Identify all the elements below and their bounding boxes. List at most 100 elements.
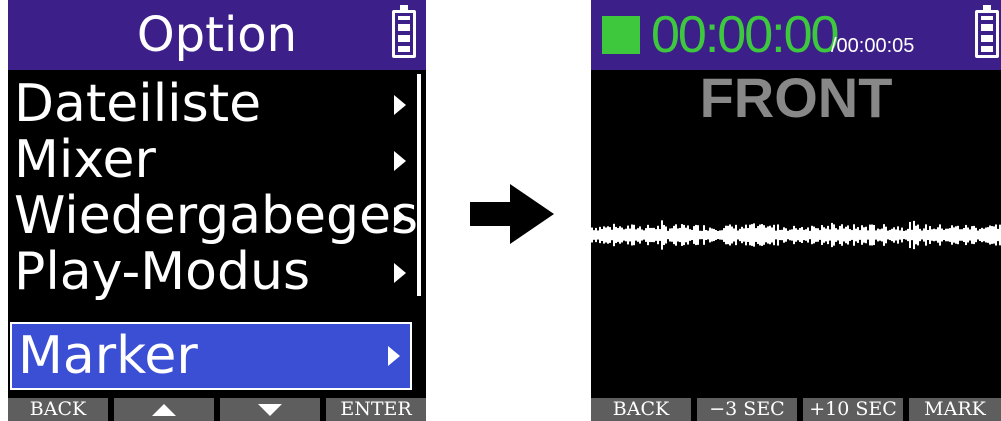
waveform-bar: [801, 227, 803, 243]
waveform-bar: [669, 228, 671, 242]
waveform-bar: [861, 225, 863, 245]
waveform-bar: [599, 226, 601, 244]
back-softkey[interactable]: BACK: [8, 398, 108, 421]
waveform-bar: [667, 230, 669, 240]
waveform-bar: [619, 226, 621, 244]
menu-item-play-modus[interactable]: Play-Modus: [8, 242, 416, 304]
waveform-bar: [661, 220, 663, 250]
waveform-bar: [947, 228, 949, 242]
waveform-bar: [609, 227, 611, 243]
waveform-bar: [751, 224, 753, 246]
arrow-right-icon: [470, 184, 554, 244]
option-menu-screen: Option Dateiliste Mixer Wiedergabeges Pl…: [8, 0, 426, 421]
waveform-bar: [989, 225, 991, 245]
waveform-bar: [953, 227, 955, 243]
waveform-bar: [725, 225, 727, 245]
playback-screen: 00:00:00 /00:00:05 FRONT BACK −3 SEC +10…: [591, 0, 1001, 421]
waveform-bar: [981, 227, 983, 243]
waveform-bar: [797, 229, 799, 241]
waveform-bar: [881, 228, 883, 242]
waveform-bar: [693, 226, 695, 244]
waveform-bar: [745, 224, 747, 246]
waveform-bar: [767, 226, 769, 244]
waveform-bar: [851, 230, 853, 240]
waveform-bar: [827, 225, 829, 245]
waveform-bar: [911, 229, 913, 241]
waveform-bar: [849, 229, 851, 241]
up-softkey[interactable]: [114, 398, 214, 421]
waveform-bar: [909, 221, 911, 249]
chevron-right-icon: [388, 346, 400, 366]
menu-item-marker[interactable]: Marker: [10, 322, 412, 390]
waveform-bar: [785, 228, 787, 242]
waveform-bar: [821, 225, 823, 245]
waveform-bar: [741, 226, 743, 244]
forward-10-sec-softkey[interactable]: +10 SEC: [803, 398, 903, 421]
waveform-bar: [991, 226, 993, 244]
waveform-bar: [793, 225, 795, 245]
waveform-bar: [809, 230, 811, 240]
waveform-bar: [807, 227, 809, 243]
waveform-bar: [853, 224, 855, 246]
menu-item-mixer[interactable]: Mixer: [8, 130, 416, 192]
waveform-bar: [773, 224, 775, 246]
waveform-bar: [617, 228, 619, 242]
waveform-bar: [691, 229, 693, 241]
waveform-bar: [783, 227, 785, 243]
waveform-bar: [683, 224, 685, 246]
waveform-bar: [765, 227, 767, 243]
waveform-bar: [923, 228, 925, 242]
waveform-bar: [993, 226, 995, 244]
waveform-bar: [731, 226, 733, 244]
menu-scrollbar[interactable]: [417, 74, 421, 296]
waveform-bar: [941, 228, 943, 242]
enter-softkey[interactable]: ENTER: [326, 398, 426, 421]
waveform-bar: [665, 226, 667, 244]
total-time: /00:00:05: [831, 35, 915, 57]
down-softkey[interactable]: [220, 398, 320, 421]
waveform-bar: [937, 227, 939, 243]
menu-item-dateiliste[interactable]: Dateiliste: [8, 74, 416, 136]
waveform-bar: [645, 228, 647, 242]
waveform-bar: [601, 229, 603, 241]
waveform-bar: [803, 229, 805, 241]
waveform-bar: [625, 228, 627, 242]
waveform-bar: [813, 226, 815, 244]
waveform-bar: [743, 228, 745, 242]
triangle-down-icon: [258, 404, 282, 416]
waveform-bar: [905, 230, 907, 240]
waveform-bar: [907, 228, 909, 242]
waveform-bar: [825, 228, 827, 242]
waveform-bar: [739, 228, 741, 242]
waveform-bar: [995, 224, 997, 246]
status-bar: 00:00:00 /00:00:05: [591, 0, 1001, 70]
waveform-bar: [627, 225, 629, 245]
waveform-bar: [673, 225, 675, 245]
waveform-bar: [815, 228, 817, 242]
waveform-bar: [613, 223, 615, 247]
waveform-bar: [955, 226, 957, 244]
menu-item-wiedergabegeschwindigkeit[interactable]: Wiedergabeges: [8, 186, 419, 248]
waveform-bar: [817, 228, 819, 242]
waveform-bar: [985, 227, 987, 243]
rewind-3-sec-softkey[interactable]: −3 SEC: [697, 398, 797, 421]
waveform-bar: [779, 229, 781, 241]
waveform-bar: [887, 230, 889, 240]
waveform-bar: [913, 220, 915, 250]
waveform-bar: [933, 228, 935, 242]
chevron-right-icon: [394, 263, 406, 283]
menu-item-label: Wiedergabeges: [14, 186, 419, 246]
waveform-bar: [759, 224, 761, 246]
back-softkey[interactable]: BACK: [591, 398, 691, 421]
waveform-bar: [855, 228, 857, 242]
waveform-bar: [839, 225, 841, 245]
waveform-bar: [863, 227, 865, 243]
waveform-bar: [837, 229, 839, 241]
waveform-bar: [713, 228, 715, 242]
waveform-bar: [687, 225, 689, 245]
waveform-bar: [595, 227, 597, 243]
waveform-bar: [663, 224, 665, 246]
waveform-bar: [635, 229, 637, 241]
mark-softkey[interactable]: MARK: [909, 398, 1001, 421]
waveform-bar: [945, 228, 947, 242]
